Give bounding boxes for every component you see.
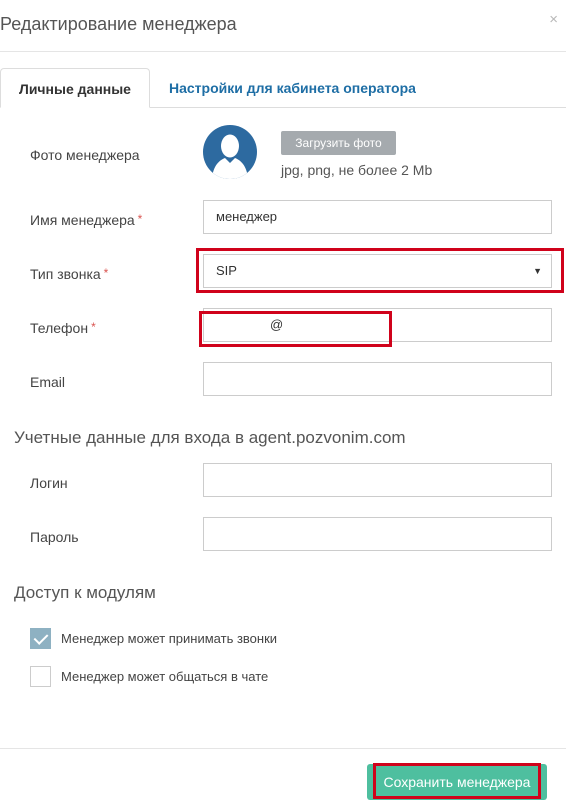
required-mark: * — [137, 212, 143, 226]
phone-label: Телефон * — [30, 320, 96, 336]
email-input[interactable] — [203, 362, 552, 396]
name-label: Имя менеджера * — [30, 212, 142, 228]
modal-title: Редактирование менеджера — [0, 14, 237, 34]
footer-divider — [0, 748, 566, 749]
required-mark: * — [91, 320, 96, 334]
tab-bar: Личные данные Настройки для кабинета опе… — [0, 68, 566, 108]
password-label: Пароль — [30, 529, 79, 545]
upload-hint: jpg, png, не более 2 Mb — [281, 162, 433, 178]
user-silhouette-icon — [212, 134, 248, 179]
credentials-title: Учетные данные для входа в agent.pozvoni… — [14, 428, 406, 447]
close-icon[interactable]: × — [549, 12, 558, 27]
phone-input[interactable]: @ — [203, 308, 552, 342]
chat-label: Менеджер может общаться в чате — [61, 669, 269, 684]
tab-operator-settings[interactable]: Настройки для кабинета оператора — [169, 68, 416, 108]
modal-header: Редактирование менеджера × — [0, 0, 566, 52]
call-type-label: Тип звонка * — [30, 266, 108, 282]
call-type-value: SIP — [216, 263, 237, 278]
save-manager-button[interactable]: Сохранить менеджера — [367, 764, 547, 800]
phone-label-text: Телефон — [30, 320, 89, 336]
email-label: Email — [30, 374, 65, 390]
accept-calls-label: Менеджер может принимать звонки — [61, 631, 278, 646]
login-input[interactable] — [203, 463, 552, 497]
modules-title: Доступ к модулям — [14, 583, 156, 602]
call-type-label-text: Тип звонка — [30, 266, 101, 282]
required-mark: * — [103, 266, 109, 280]
login-label: Логин — [30, 475, 68, 491]
password-input[interactable] — [203, 517, 552, 551]
tab-personal-data[interactable]: Личные данные — [0, 68, 150, 108]
photo-label: Фото менеджера — [30, 147, 140, 163]
chevron-down-icon: ▼ — [533, 266, 542, 276]
name-label-text: Имя менеджера — [30, 212, 135, 228]
upload-photo-button[interactable]: Загрузить фото — [281, 131, 396, 155]
manager-name-input[interactable]: менеджер — [203, 200, 552, 234]
chat-checkbox[interactable] — [30, 666, 51, 687]
email-label-text: Email — [30, 374, 66, 390]
avatar — [203, 125, 257, 179]
accept-calls-checkbox[interactable] — [30, 628, 51, 649]
call-type-select[interactable]: SIP ▼ — [203, 254, 552, 288]
